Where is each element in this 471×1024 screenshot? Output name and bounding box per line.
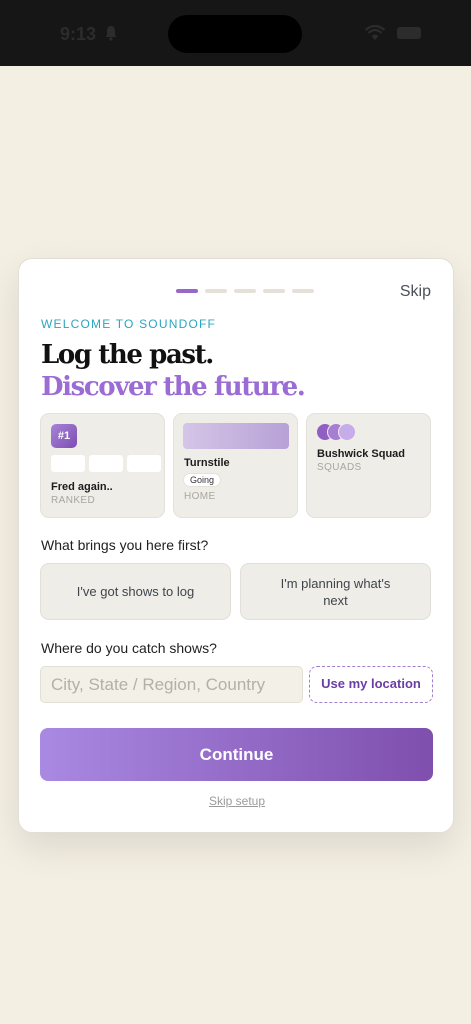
tile-title: Fred again.. <box>51 481 113 493</box>
welcome-eyebrow: WELCOME TO SOUNDOFF <box>41 317 217 331</box>
progress-step-5 <box>292 289 314 293</box>
rank-badge: #1 <box>51 424 77 448</box>
choice-log-shows-button[interactable]: I've got shows to log <box>40 563 231 620</box>
headline: Log the past. Discover the future. <box>41 339 306 403</box>
tile-title: Turnstile <box>184 457 230 469</box>
rank-slot <box>127 455 161 472</box>
avatar <box>338 423 356 441</box>
question-location: Where do you catch shows? <box>41 640 217 656</box>
progress-step-2 <box>205 289 227 293</box>
use-my-location-button[interactable]: Use my location <box>309 666 433 703</box>
progress-step-3 <box>234 289 256 293</box>
progress-indicator <box>176 289 314 293</box>
onboarding-card: Skip WELCOME TO SOUNDOFF Log the past. D… <box>18 258 454 833</box>
feature-tile-ranked: #1 Fred again.. RANKED <box>40 413 165 518</box>
continue-button[interactable]: Continue <box>40 728 433 781</box>
headline-line-1: Log the past. <box>41 340 214 370</box>
wifi-icon <box>365 25 385 40</box>
question-purpose: What brings you here first? <box>41 537 209 553</box>
skip-button[interactable]: Skip <box>400 283 431 301</box>
tile-caption: RANKED <box>51 495 96 506</box>
feature-tile-squads: Bushwick Squad SQUADS <box>306 413 431 518</box>
tile-caption: HOME <box>184 491 216 502</box>
choice-plan-next-button[interactable]: I'm planning what's next <box>240 563 431 620</box>
rank-slots <box>51 455 161 472</box>
tile-caption: SQUADS <box>317 462 362 473</box>
progress-step-4 <box>263 289 285 293</box>
dynamic-island <box>168 15 302 53</box>
headline-line-2: Discover the future. <box>41 372 306 402</box>
feature-tile-home: Turnstile Going HOME <box>173 413 298 518</box>
status-time: 9:13 <box>60 24 97 44</box>
battery-icon <box>397 27 421 39</box>
status-bar: 9:13 <box>0 0 471 66</box>
progress-step-1 <box>176 289 198 293</box>
bell-icon <box>105 26 117 41</box>
location-input[interactable] <box>40 666 303 703</box>
tile-title: Bushwick Squad <box>317 448 406 460</box>
avatar-group <box>316 423 356 441</box>
going-badge: Going <box>183 473 222 487</box>
skip-setup-link[interactable]: Skip setup <box>19 794 455 808</box>
rank-slot <box>89 455 123 472</box>
rank-slot <box>51 455 85 472</box>
show-image-placeholder <box>183 423 289 449</box>
